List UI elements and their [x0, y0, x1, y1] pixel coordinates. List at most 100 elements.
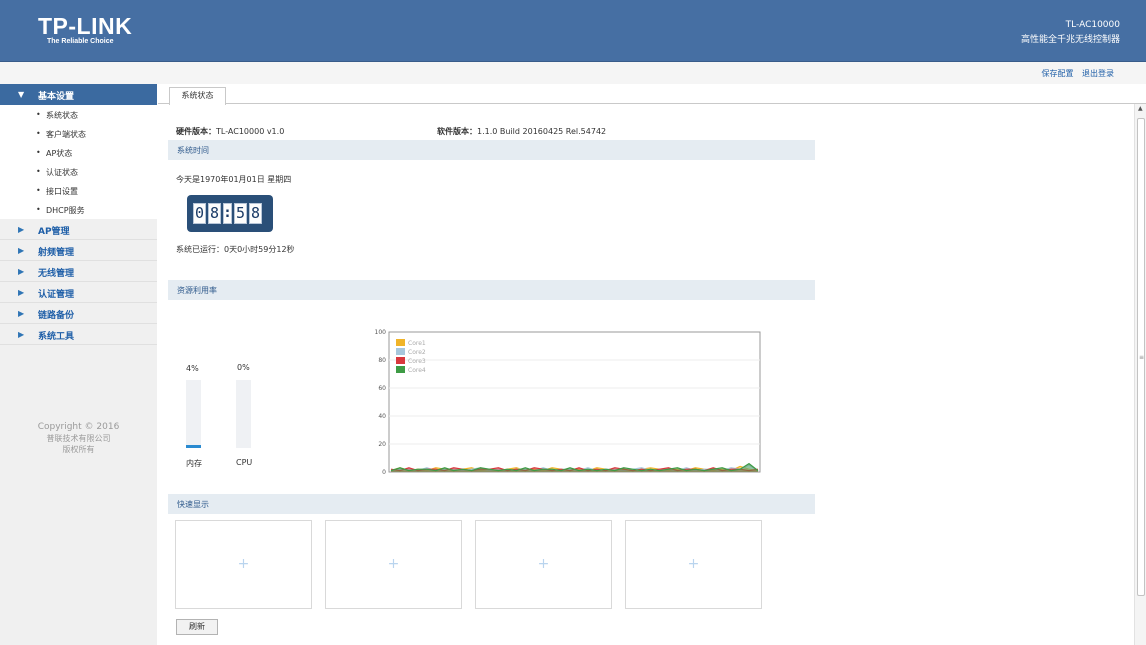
- system-time-section: 系统时间: [168, 140, 815, 160]
- clock-digit: 8: [249, 203, 262, 224]
- legend-label: Core3: [408, 358, 426, 365]
- y-tick-label: 0: [382, 469, 386, 476]
- scrollbar-thumb[interactable]: ≡: [1137, 118, 1145, 596]
- quick-display-slot[interactable]: +: [475, 520, 612, 609]
- sidebar-item-label: DHCP服务: [46, 206, 85, 215]
- top-links: 保存配置 退出登录: [1035, 68, 1114, 79]
- tab-bar: 系统状态: [158, 84, 1146, 105]
- sidebar-group-label: 认证管理: [38, 290, 75, 300]
- quick-display-section: 快速显示: [168, 494, 815, 514]
- company-name: 普联技术有限公司: [46, 434, 111, 443]
- copyright: Copyright © 2016 普联技术有限公司 版权所有: [0, 422, 157, 455]
- memory-label: 内存: [186, 459, 202, 468]
- sidebar-item-system-status[interactable]: • 系统状态: [0, 105, 157, 124]
- sidebar-group-label: 基本设置: [38, 92, 75, 102]
- add-icon: +: [387, 556, 400, 572]
- bullet-icon: •: [36, 110, 41, 119]
- clock-digit: 8: [208, 203, 221, 224]
- software-version-value: 1.1.0 Build 20160425 Rel.54742: [477, 127, 607, 136]
- hardware-version-label: 硬件版本：: [176, 127, 216, 136]
- model-description: 高性能全千兆无线控制器: [1020, 35, 1120, 45]
- sidebar-item-client-status[interactable]: • 客户端状态: [0, 124, 157, 143]
- section-title: 快速显示: [177, 500, 209, 509]
- grip-icon: ≡: [1139, 354, 1145, 361]
- sidebar-submenu: • 系统状态 • 客户端状态 • AP状态 • 认证状态 • 接口设置 • DHCP服务: [0, 105, 157, 219]
- legend-swatch: [396, 366, 405, 373]
- sidebar-group-label: 射频管理: [38, 248, 75, 258]
- sidebar: ▼ 基本设置 • 系统状态 • 客户端状态 • AP状态 • 认证状态 • 接口设置 • D…: [0, 84, 157, 645]
- sidebar-item-label: 系统状态: [46, 111, 78, 120]
- header-bar: TP-LINK The Reliable Choice TL-AC10000 高…: [0, 0, 1146, 62]
- sidebar-group-label: 链路备份: [38, 311, 75, 321]
- current-date: 今天是1970年01月01日 星期四: [176, 175, 292, 184]
- add-icon: +: [537, 556, 550, 572]
- legend-label: Core1: [408, 340, 426, 347]
- chevron-right-icon: ▶: [18, 246, 25, 255]
- bullet-icon: •: [36, 186, 41, 195]
- hardware-version: 硬件版本：TL-AC10000 v1.0: [176, 126, 284, 137]
- chart-plot-area: [388, 331, 761, 473]
- y-tick-label: 40: [378, 413, 386, 420]
- legend-swatch: [396, 339, 405, 346]
- bullet-icon: •: [36, 167, 41, 176]
- section-title: 系统时间: [177, 146, 209, 155]
- chevron-right-icon: ▶: [18, 309, 25, 318]
- model-info: TL-AC10000 高性能全千兆无线控制器: [1021, 18, 1120, 48]
- clock-display: 0 8 : 5 8: [187, 195, 273, 232]
- memory-gauge: [186, 380, 201, 448]
- uptime-text: 系统已运行：0天0小时59分12秒: [176, 245, 295, 254]
- clock-digit: 5: [234, 203, 247, 224]
- cpu-gauge: [236, 380, 251, 448]
- chevron-right-icon: ▶: [18, 225, 25, 234]
- clock-separator: :: [223, 203, 232, 224]
- quick-display-slot[interactable]: +: [175, 520, 312, 609]
- section-title: 资源利用率: [177, 286, 217, 295]
- memory-gauge-fill: [186, 445, 201, 448]
- resource-usage-section: 资源利用率: [168, 280, 815, 300]
- memory-percent: 4%: [186, 364, 199, 373]
- sidebar-group-wireless-management[interactable]: ▶ 无线管理: [0, 261, 157, 282]
- refresh-button[interactable]: 刷新: [176, 619, 218, 635]
- sidebar-item-label: 客户端状态: [46, 130, 86, 139]
- scroll-up-icon[interactable]: ▲: [1138, 105, 1143, 112]
- legend-label: Core4: [408, 367, 426, 374]
- save-config-link[interactable]: 保存配置: [1041, 69, 1073, 78]
- y-tick-label: 20: [378, 441, 386, 448]
- sidebar-group-system-tools[interactable]: ▶ 系统工具: [0, 324, 157, 345]
- sidebar-group-basic-settings[interactable]: ▼ 基本设置: [0, 84, 157, 105]
- chevron-down-icon: ▼: [18, 90, 25, 99]
- sidebar-item-ap-status[interactable]: • AP状态: [0, 143, 157, 162]
- sidebar-group-radio-management[interactable]: ▶ 射频管理: [0, 240, 157, 261]
- sidebar-item-dhcp-service[interactable]: • DHCP服务: [0, 200, 157, 219]
- cpu-percent: 0%: [237, 363, 250, 372]
- software-version-label: 软件版本：: [437, 127, 477, 136]
- bullet-icon: •: [36, 148, 41, 157]
- quick-display-slot[interactable]: +: [325, 520, 462, 609]
- legend-swatch: [396, 348, 405, 355]
- chevron-right-icon: ▶: [18, 288, 25, 297]
- sidebar-item-interface-settings[interactable]: • 接口设置: [0, 181, 157, 200]
- logo-brand: TP-LINK: [38, 13, 133, 39]
- cpu-label: CPU: [236, 458, 253, 467]
- cpu-core-usage-chart: 0 20 40 60 80 100 Core1 Core2 Core3 Core4: [375, 329, 761, 476]
- hardware-version-value: TL-AC10000 v1.0: [216, 127, 285, 136]
- tab-system-status[interactable]: 系统状态: [169, 87, 226, 105]
- legend-label: Core2: [408, 349, 426, 356]
- vertical-scrollbar[interactable]: ▲ ≡: [1134, 104, 1146, 645]
- sidebar-group-ap-management[interactable]: ▶ AP管理: [0, 219, 157, 240]
- logout-link[interactable]: 退出登录: [1082, 69, 1114, 78]
- tp-link-logo: TP-LINK The Reliable Choice: [38, 15, 132, 46]
- chevron-right-icon: ▶: [18, 330, 25, 339]
- sidebar-group-auth-management[interactable]: ▶ 认证管理: [0, 282, 157, 303]
- sidebar-item-auth-status[interactable]: • 认证状态: [0, 162, 157, 181]
- bullet-icon: •: [36, 205, 41, 214]
- sidebar-item-label: AP状态: [46, 149, 73, 158]
- clock-digit: 0: [193, 203, 206, 224]
- sidebar-group-link-backup[interactable]: ▶ 链路备份: [0, 303, 157, 324]
- y-tick-label: 60: [378, 385, 386, 392]
- sidebar-item-label: 认证状态: [46, 168, 78, 177]
- add-icon: +: [237, 556, 250, 572]
- software-version: 软件版本：1.1.0 Build 20160425 Rel.54742: [437, 126, 606, 137]
- sidebar-group-label: AP管理: [38, 227, 70, 237]
- quick-display-slot[interactable]: +: [625, 520, 762, 609]
